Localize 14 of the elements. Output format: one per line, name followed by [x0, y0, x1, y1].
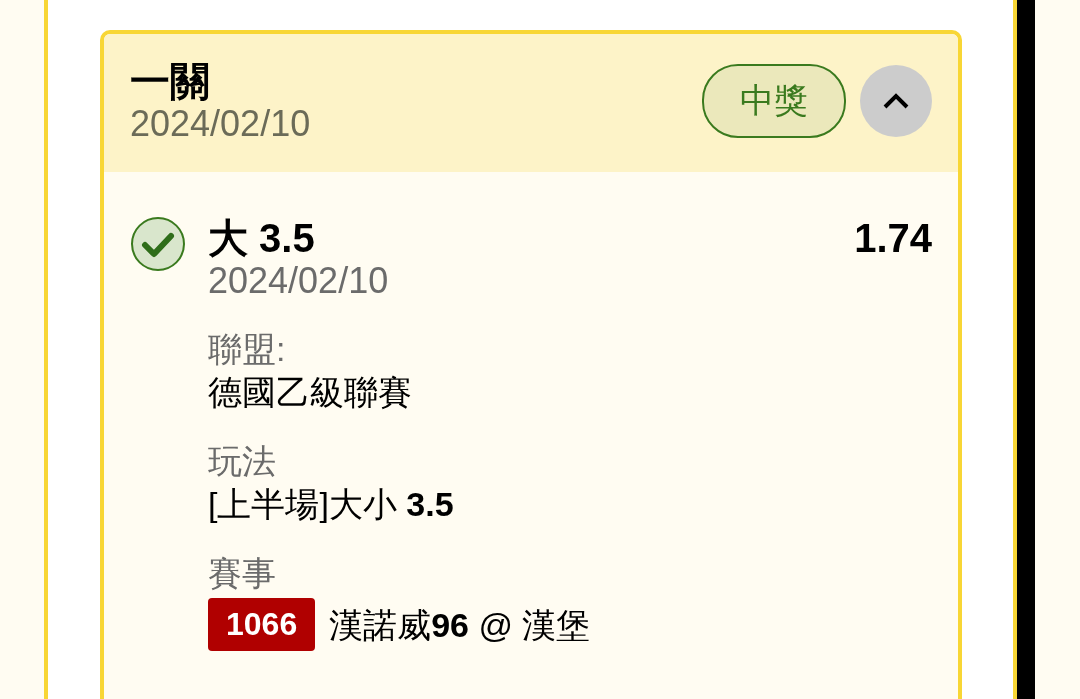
field-value: 德國乙級聯賽 [208, 372, 412, 413]
match-number-tag: 1066 [208, 598, 316, 651]
bet-title: 一關 [130, 58, 211, 104]
selection-title: 大 3.5 [208, 216, 315, 260]
odds-value: 1.74 [854, 216, 932, 260]
leg-date: 2024/02/10 [208, 260, 390, 302]
result-badge: 中獎 [702, 64, 846, 138]
bet-date: 2024/02/10 [130, 104, 312, 144]
field-label: 賽事 [208, 553, 276, 594]
field-value: 漢諾威96 @ 漢堡 [329, 604, 591, 646]
field-label: 玩法 [208, 441, 276, 482]
field-label: 聯盟: [208, 329, 286, 370]
field-value: [上半場]大小 3.5 [208, 484, 454, 525]
chevron-icon [882, 92, 910, 110]
